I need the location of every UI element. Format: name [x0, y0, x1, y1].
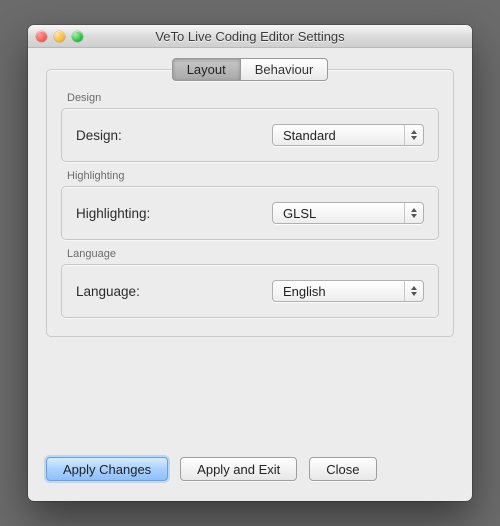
close-button[interactable]: Close	[309, 457, 376, 481]
highlighting-value: GLSL	[283, 206, 316, 221]
tabs: Layout Behaviour	[28, 48, 472, 81]
highlighting-select[interactable]: GLSL	[272, 202, 424, 224]
design-label: Design:	[76, 128, 122, 143]
group-design-caption: Design	[67, 92, 439, 104]
group-highlighting-caption: Highlighting	[67, 170, 439, 182]
dialog-buttons: Apply Changes Apply and Exit Close	[28, 447, 472, 501]
language-label: Language:	[76, 284, 140, 299]
design-select[interactable]: Standard	[272, 124, 424, 146]
stepper-arrows-icon	[404, 281, 423, 301]
language-select[interactable]: English	[272, 280, 424, 302]
titlebar: VeTo Live Coding Editor Settings	[28, 25, 472, 48]
tab-behaviour[interactable]: Behaviour	[241, 58, 329, 81]
zoom-window-icon[interactable]	[72, 31, 83, 42]
stepper-arrows-icon	[404, 203, 423, 223]
group-language-caption: Language	[67, 248, 439, 260]
highlighting-label: Highlighting:	[76, 206, 150, 221]
settings-window: VeTo Live Coding Editor Settings Layout …	[28, 25, 472, 501]
group-language: Language Language: English	[61, 248, 439, 318]
stepper-arrows-icon	[404, 125, 423, 145]
apply-changes-button[interactable]: Apply Changes	[46, 457, 168, 481]
minimize-window-icon[interactable]	[54, 31, 65, 42]
apply-and-exit-button[interactable]: Apply and Exit	[180, 457, 297, 481]
language-value: English	[283, 284, 326, 299]
window-controls	[36, 31, 83, 42]
close-window-icon[interactable]	[36, 31, 47, 42]
group-design: Design Design: Standard	[61, 92, 439, 162]
layout-panel: Design Design: Standard Highlighting	[46, 69, 454, 337]
window-title: VeTo Live Coding Editor Settings	[28, 29, 472, 44]
window-body: Layout Behaviour Design Design: Standard	[28, 48, 472, 501]
tab-layout[interactable]: Layout	[172, 58, 241, 81]
design-value: Standard	[283, 128, 336, 143]
group-highlighting: Highlighting Highlighting: GLSL	[61, 170, 439, 240]
